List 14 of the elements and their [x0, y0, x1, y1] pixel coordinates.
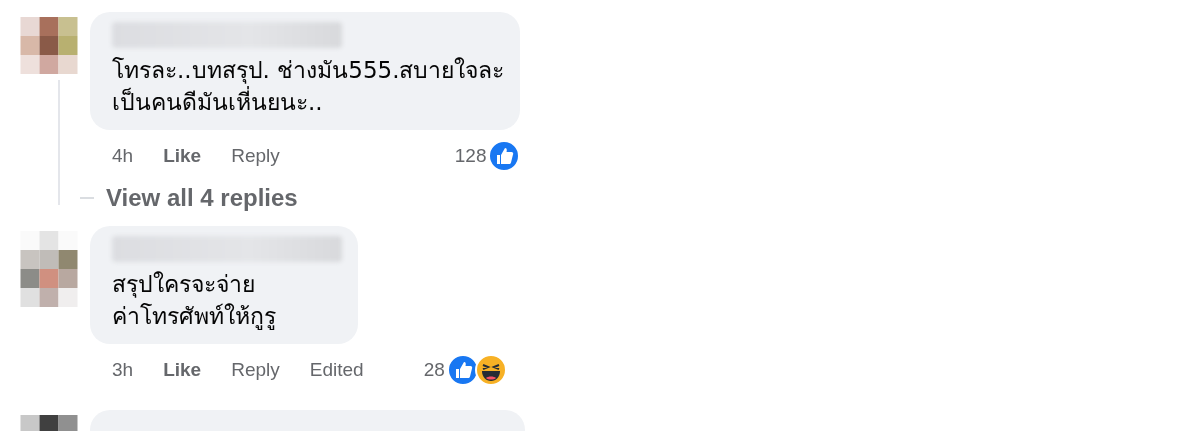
comment-text: สรุปใครจะจ่าย: [112, 270, 256, 300]
comment-time[interactable]: 3h: [112, 359, 134, 381]
reply-link[interactable]: Reply: [231, 359, 280, 381]
reaction-count[interactable]: 28: [423, 359, 445, 381]
view-replies-link[interactable]: View all 4 replies: [106, 184, 298, 212]
reply-link[interactable]: Reply: [231, 145, 280, 167]
comment-time[interactable]: 4h: [112, 145, 134, 167]
reaction-count[interactable]: 128: [454, 145, 487, 167]
comment-text: โทรละ..บทสรุป. ช่างมัน555.สบายใจละ: [112, 56, 505, 86]
like-link[interactable]: Like: [163, 359, 202, 381]
edited-label: Edited: [309, 359, 364, 381]
like-link[interactable]: Like: [163, 145, 202, 167]
comment-text: เป็นคนดีมันเหี่นยนะ..: [112, 86, 505, 118]
comment-text: ค่าโทรศัพท์ให้กูรู: [112, 302, 277, 332]
